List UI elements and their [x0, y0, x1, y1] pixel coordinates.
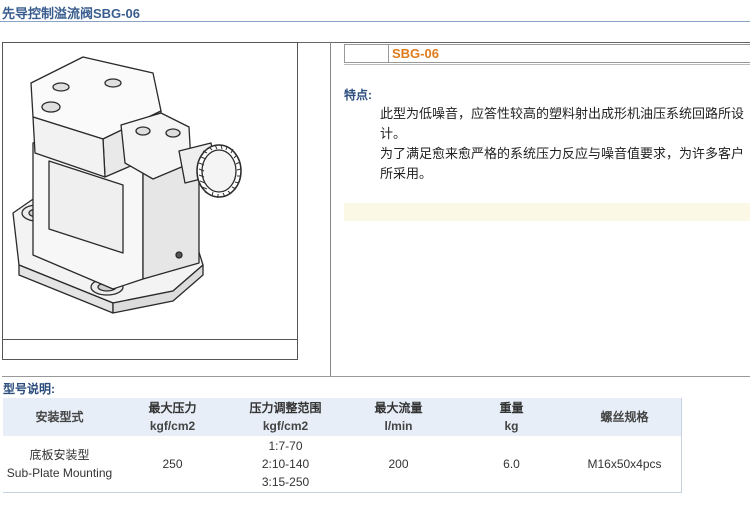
- spec-header-row: 安装型式 最大压力 kgf/cm2 压力调整范围 kgf/cm2 最大流量 l/…: [3, 398, 681, 436]
- header-name: 压力调整范围: [249, 401, 322, 415]
- table-right-edge: [681, 398, 682, 493]
- section-divider: [298, 42, 750, 43]
- header-max-pressure: 最大压力 kgf/cm2: [116, 398, 229, 436]
- header-unit: l/min: [384, 419, 413, 433]
- cell-max-flow: 200: [342, 436, 455, 493]
- header-max-flow: 最大流量 l/min: [342, 398, 455, 436]
- model-underline: [344, 64, 750, 65]
- features-paragraph-2: 为了满足愈来愈严格的系统压力反应与噪音值要求，为许多客户所采用。: [380, 146, 745, 181]
- cell-weight: 6.0: [455, 436, 568, 493]
- page-title: 先导控制溢流阀SBG-06: [2, 6, 140, 21]
- header-name: 安装型式: [35, 410, 84, 424]
- pressure-range-1: 1:7-70: [268, 438, 303, 453]
- model-header-divider: [388, 45, 389, 62]
- cell-pressure-range: 1:7-70 2:10-140 3:15-250: [229, 436, 342, 493]
- title-divider: [0, 21, 750, 22]
- features-footer-bar: [344, 203, 750, 221]
- image-caption-divider: [3, 339, 297, 340]
- model-label: SBG-06: [392, 46, 439, 61]
- header-name: 螺丝规格: [600, 410, 649, 424]
- model-header: SBG-06: [344, 44, 750, 63]
- column-divider: [330, 42, 331, 376]
- header-pressure-range: 压力调整范围 kgf/cm2: [229, 398, 342, 436]
- features-text: 此型为低噪音，应答性较高的塑料射出成形机油压系统回路所设计。 为了满足愈来愈严格…: [380, 104, 750, 184]
- header-weight: 重量 kg: [455, 398, 568, 436]
- product-image-frame: [2, 42, 298, 360]
- pressure-range-3: 3:15-250: [261, 474, 310, 489]
- header-unit: kgf/cm2: [262, 419, 309, 433]
- spec-heading: 型号说明:: [3, 382, 55, 396]
- spec-table: 安装型式 最大压力 kgf/cm2 压力调整范围 kgf/cm2 最大流量 l/…: [3, 398, 681, 493]
- header-unit: kgf/cm2: [149, 419, 196, 433]
- mounting-type-cn: 底板安装型: [29, 447, 90, 462]
- valve-image: [3, 43, 297, 339]
- header-name: 最大压力: [148, 401, 197, 415]
- header-name: 最大流量: [374, 401, 423, 415]
- cell-max-pressure: 250: [116, 436, 229, 493]
- cell-screw-spec: M16x50x4pcs: [568, 436, 681, 493]
- header-screw-spec: 螺丝规格: [568, 398, 681, 436]
- header-unit: kg: [504, 419, 519, 433]
- features-paragraph-1: 此型为低噪音，应答性较高的塑料射出成形机油压系统回路所设计。: [380, 106, 745, 141]
- header-mounting-type: 安装型式: [3, 398, 116, 436]
- mounting-type-en: Sub-Plate Mounting: [6, 465, 113, 480]
- features-heading: 特点:: [344, 88, 372, 102]
- cell-mounting-type: 底板安装型 Sub-Plate Mounting: [3, 436, 116, 493]
- pressure-range-2: 2:10-140: [261, 456, 310, 471]
- table-row: 底板安装型 Sub-Plate Mounting 250 1:7-70 2:10…: [3, 436, 681, 493]
- spec-divider: [2, 376, 750, 377]
- header-name: 重量: [499, 401, 524, 415]
